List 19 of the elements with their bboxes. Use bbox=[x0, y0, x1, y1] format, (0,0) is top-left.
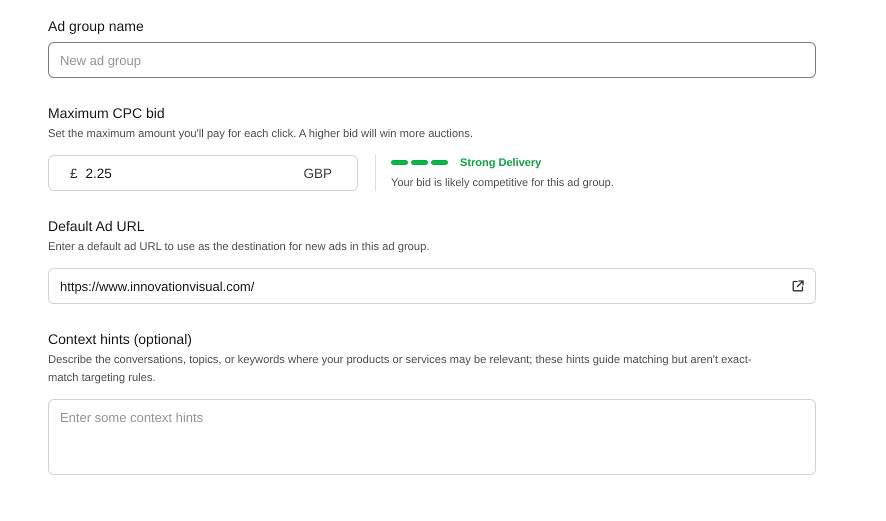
field-label: Default Ad URL bbox=[48, 217, 146, 236]
bid-field[interactable]: £ 2.25 GBP bbox=[48, 155, 358, 191]
external-link-icon[interactable] bbox=[792, 280, 804, 292]
url-field[interactable]: https://www.innovationvisual.com/ bbox=[48, 268, 816, 304]
field-description: Describe the conversations, topics, or keywords where your products or services may be relevant; these hints guide matching but aren't exact-match targeting rules. bbox=[48, 353, 753, 386]
currency-symbol: £ bbox=[70, 166, 78, 180]
field-description: Enter a default ad URL to use as the destination for new ads in this ad group. bbox=[48, 240, 430, 255]
field-label: Maximum CPC bid bbox=[48, 104, 166, 123]
currency-code: GBP bbox=[303, 166, 332, 180]
delivery-note: Your bid is likely competitive for this ad group. bbox=[391, 177, 614, 189]
field-label: Ad group name bbox=[48, 17, 145, 36]
bid-value: 2.25 bbox=[86, 166, 113, 180]
field-description: Set the maximum amount you'll pay for each click. A higher bid will win more auctions. bbox=[48, 127, 474, 142]
url-value: https://www.innovationvisual.com/ bbox=[60, 278, 254, 294]
context-hints-field[interactable]: Enter some context hints bbox=[48, 399, 816, 475]
delivery-meter-icon bbox=[391, 160, 449, 166]
ad-group-name-field[interactable]: New ad group bbox=[48, 42, 816, 78]
field-label: Context hints (optional) bbox=[48, 330, 193, 349]
delivery-status: Strong Delivery bbox=[460, 157, 542, 169]
